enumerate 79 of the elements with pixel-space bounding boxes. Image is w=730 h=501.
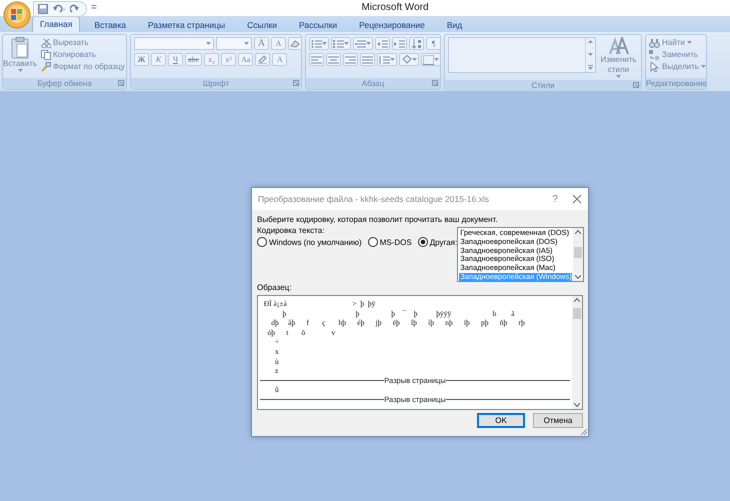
scroll-down-icon[interactable] [574,275,581,279]
ribbon-tab[interactable]: Ссылки [239,17,286,32]
dropdown-caret-icon [244,42,249,45]
sort-icon [411,38,422,48]
bullets-icon [311,38,322,48]
ribbon-tab[interactable]: Вид [438,17,470,32]
dropdown-caret-icon [434,58,439,61]
save-icon[interactable] [38,4,48,14]
group-label: Абзац [362,79,384,88]
sample-label: Образец: [257,282,292,293]
encoding-radio[interactable]: MS-DOS [368,237,412,247]
scroll-up-icon[interactable] [574,298,580,302]
paint-bucket-icon [401,54,412,64]
dialog-title: Преобразование файла - kkhk-seeds catalogue 2015-16.xls [258,194,490,204]
decrease-indent-icon [377,38,388,48]
scroll-down-icon[interactable] [574,403,580,407]
copy-icon [41,50,51,60]
ribbon-tab[interactable]: Вставка [86,17,134,32]
ribbon-tab[interactable]: Главная [32,16,80,32]
ribbon-tab[interactable]: Рецензирование [351,17,433,32]
line-spacing-icon [379,54,390,64]
justify-icon [362,54,373,64]
group-label: Буфер обмена [37,79,92,88]
group-label: Редактирование [646,79,707,88]
dropdown-caret-icon [700,65,706,68]
scroll-down-icon[interactable] [588,52,594,56]
ribbon-tab[interactable]: Разметка страницы [140,17,234,32]
dropdown-caret-icon [344,42,349,45]
scrollbar[interactable] [572,296,582,409]
encoding-label: Кодировка текста: [257,225,326,236]
scroll-up-icon[interactable] [588,40,594,43]
scroll-thumb[interactable] [573,308,581,319]
undo-icon[interactable] [52,4,66,14]
dropdown-caret-icon [412,58,417,61]
increase-indent-icon [394,38,405,48]
dialog-launcher-icon[interactable] [633,82,639,88]
scrollbar[interactable] [572,228,583,281]
numbering-icon [333,38,344,48]
ok-button[interactable]: OK [477,413,525,428]
help-button[interactable]: ? [542,194,568,204]
instruction-text: Выберите кодировку, которая позволит прочитать ваш документ. [257,214,499,225]
close-icon[interactable] [572,194,582,204]
dropdown-caret-icon [366,42,371,45]
dropdown-caret-icon [616,75,622,78]
expand-gallery-icon[interactable] [588,65,594,70]
dialog-launcher-icon[interactable] [118,80,124,86]
encoding-radio[interactable]: Windows (по умолчанию) [257,237,362,247]
styles-letters-icon [608,37,629,55]
dropdown-caret-icon [390,58,395,61]
dialog-launcher-icon[interactable] [432,80,438,86]
dropdown-caret-icon [322,42,327,45]
dropdown-caret-icon [686,41,692,44]
resize-grip-icon[interactable] [581,429,587,435]
scissors-icon [41,38,51,48]
replace-icon [649,50,660,60]
encoding-radio[interactable]: Другая: [418,237,458,247]
eraser-icon [290,39,300,48]
window-title: Microsoft Word [361,1,429,15]
clipboard-icon [11,37,29,59]
multilevel-list-icon [355,38,366,48]
group-label: Шрифт [202,79,230,88]
cursor-arrow-icon [649,62,660,72]
borders-icon [423,54,434,64]
customize-toolbar-button[interactable]: = [91,1,97,15]
align-center-icon [328,54,339,64]
cancel-button[interactable]: Отмена [533,413,583,428]
paintbrush-icon [41,62,51,72]
ribbon-tab[interactable]: Рассылки [291,17,346,32]
dropdown-caret-icon [206,42,211,45]
group-label: Стили [531,81,555,90]
dialog-launcher-icon[interactable] [293,80,299,86]
highlighter-icon [257,55,268,64]
binoculars-icon [649,38,660,48]
scroll-thumb[interactable] [574,247,582,258]
redo-icon[interactable] [70,4,80,14]
align-left-icon [311,54,322,64]
dropdown-caret-icon [18,69,22,72]
align-right-icon [345,54,356,64]
scroll-up-icon[interactable] [574,230,581,234]
